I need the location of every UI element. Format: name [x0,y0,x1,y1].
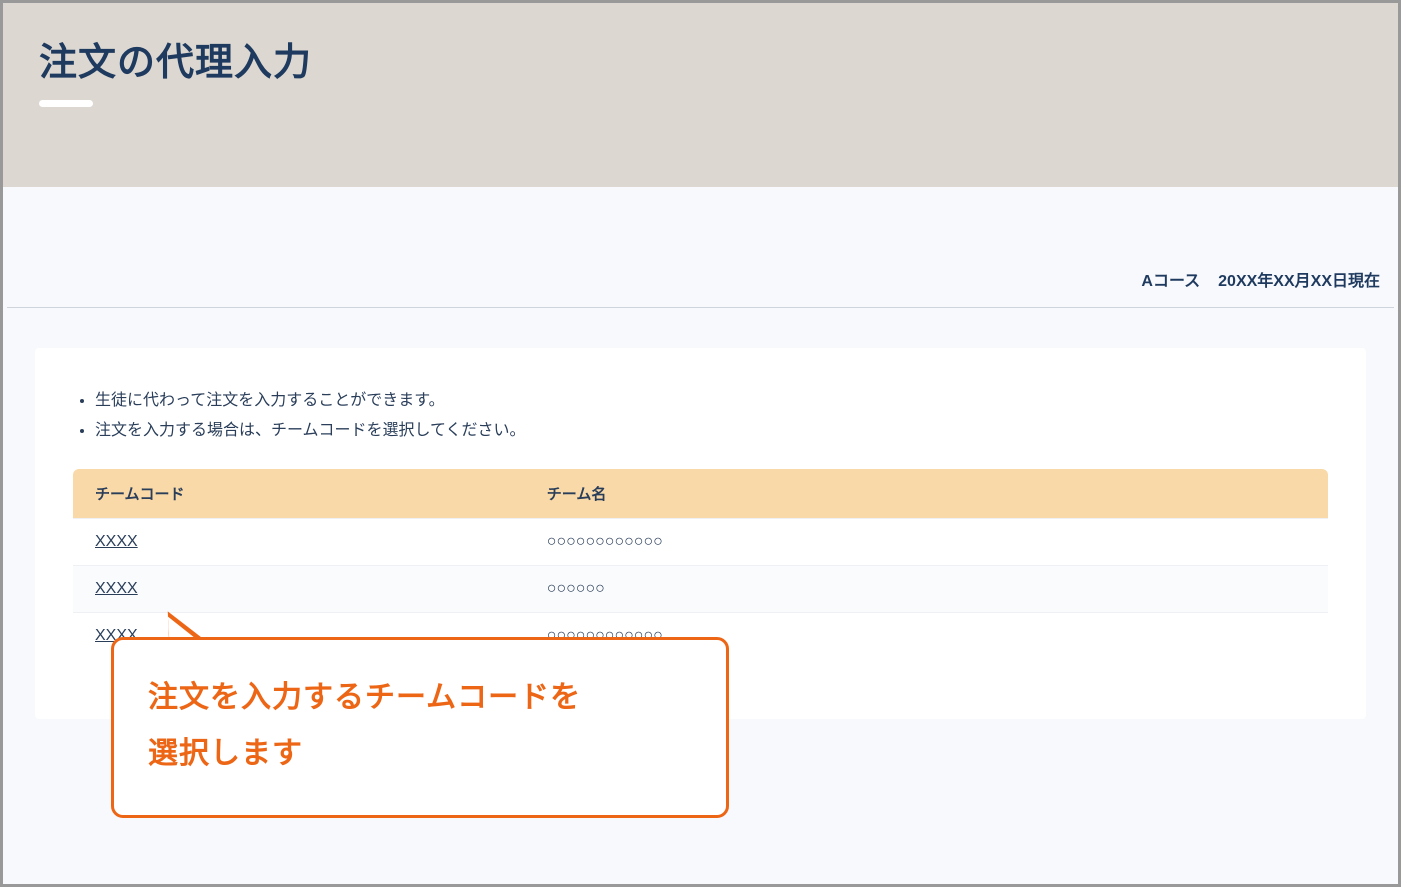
instruction-item: 生徒に代わって注文を入力することができます。 [95,386,1328,416]
meta-row: Aコース 20XX年XX月XX日現在 [7,187,1394,307]
divider [7,307,1394,308]
teamname-cell: ○○○○○○ [525,565,1328,612]
page-title: 注文の代理入力 [39,31,1362,86]
teamcode-link[interactable]: XXXX [95,533,138,550]
asof-label: 20XX年XX月XX日現在 [1218,267,1380,291]
course-label: Aコース [1141,267,1200,291]
main-card: 生徒に代わって注文を入力することができます。 注文を入力する場合は、チームコード… [35,348,1366,719]
team-table: チームコード チーム名 XXXX ○○○○○○○○○○○○ XXXX ○○○○○… [73,469,1328,659]
teamname-cell: ○○○○○○○○○○○○ [525,518,1328,565]
page-header: 注文の代理入力 [3,3,1398,187]
instruction-list: 生徒に代わって注文を入力することができます。 注文を入力する場合は、チームコード… [73,386,1328,447]
table-row: XXXX ○○○○○○ [73,565,1328,612]
title-underline [39,100,93,107]
col-header-teamcode: チームコード [73,469,525,519]
teamname-cell: ○○○○○○○○○○○○ [525,612,1328,659]
content-area: Aコース 20XX年XX月XX日現在 生徒に代わって注文を入力することができます… [3,187,1398,887]
teamcode-link[interactable]: XXXX [95,627,138,644]
instruction-item: 注文を入力する場合は、チームコードを選択してください。 [95,416,1328,446]
col-header-teamname: チーム名 [525,469,1328,519]
table-row: XXXX ○○○○○○○○○○○○ [73,612,1328,659]
teamcode-link[interactable]: XXXX [95,580,138,597]
table-row: XXXX ○○○○○○○○○○○○ [73,518,1328,565]
